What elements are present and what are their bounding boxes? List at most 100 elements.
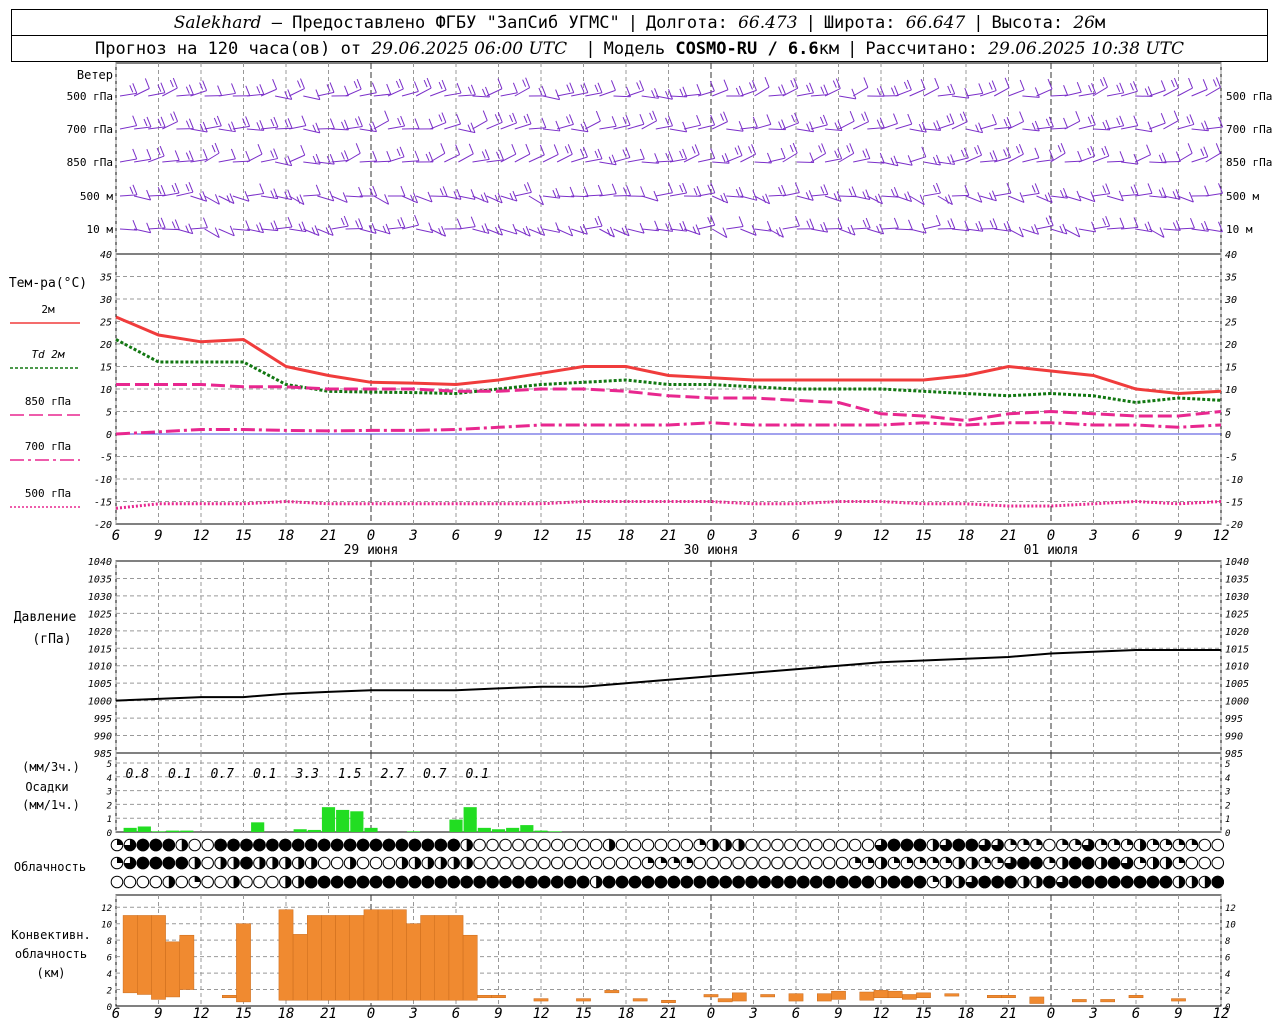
wind-barb-flag (1045, 118, 1050, 127)
cloud-symbol-fill (1120, 875, 1134, 889)
cloud-symbol-fill (1204, 876, 1211, 888)
wind-barb-flag (354, 118, 359, 126)
wind-barb-flag (526, 113, 532, 125)
wind-barb-flag (482, 88, 486, 97)
wind-barb-flag (1201, 122, 1205, 130)
cloud-symbol-fill (1043, 875, 1056, 889)
convective-bar (661, 999, 676, 1003)
wind-barb-shaft (838, 120, 855, 130)
wind-barb-shaft (1149, 122, 1166, 130)
cloud-symbol (797, 856, 810, 870)
cloud-symbol-fill (1004, 875, 1017, 889)
cloud-symbol (136, 875, 150, 889)
wind-barb-flag (594, 150, 599, 159)
cloud-symbol (1198, 856, 1212, 870)
wind-level-label-left: 500 гПа (67, 90, 113, 103)
wind-barb-shaft (458, 153, 474, 163)
wind-barb-flag (639, 148, 645, 160)
wind-barb-flag (132, 184, 138, 196)
wind-barb-flag (202, 121, 208, 133)
wind-barb-shaft (204, 195, 220, 205)
wind-barb-flag (1060, 189, 1064, 198)
prec-y-tick-right: 1 (1225, 815, 1230, 825)
convective-bar (703, 994, 719, 998)
wind-barb-flag (809, 121, 815, 132)
cloud-symbol-fill (660, 857, 667, 863)
wind-barb-flag (694, 144, 700, 155)
wind-barb-flag (821, 143, 827, 154)
cloud-symbol-fill (932, 839, 939, 851)
wind-barb-flag (1006, 117, 1012, 128)
cloud-symbol-fill (136, 838, 150, 852)
wind-barb-flag (511, 143, 517, 155)
cloud-symbol (240, 875, 253, 889)
cloud-symbol (680, 838, 694, 852)
wind-barb-flag (160, 217, 166, 229)
cloud-symbol-fill (958, 876, 965, 888)
wind-barb-flag (738, 121, 744, 132)
wind-barb-flag (935, 182, 941, 194)
cloud-symbol-fill (680, 875, 694, 889)
cloud-symbol (822, 856, 836, 870)
hour-tick-label-conv: 3 (748, 1006, 757, 1022)
wind-barb-flag (748, 146, 753, 154)
pres-y-tick-left: 1015 (88, 644, 112, 655)
pressure-title: Давление (14, 610, 77, 625)
wind-barb-flag (211, 144, 216, 153)
wind-barb-flag (357, 116, 363, 127)
cloud-symbol (551, 838, 564, 852)
wind-barb-flag (764, 77, 770, 88)
cloud-symbol (563, 856, 577, 870)
wind-barb-flag (1105, 183, 1111, 194)
convective-bar (292, 934, 308, 1001)
wind-barb-flag (964, 185, 970, 196)
wind-barb-shaft (556, 123, 574, 130)
hour-tick-label-temp: 21 (1000, 528, 1017, 544)
cloud-symbol-fill (628, 875, 642, 889)
wind-barb-flag (679, 184, 684, 193)
wind-barb-shaft (542, 95, 560, 101)
cloud-symbol-fill (1023, 876, 1030, 888)
wind-barb-shaft (472, 228, 490, 234)
cloud-symbol-fill (1010, 839, 1017, 845)
cloud-symbol (848, 838, 862, 852)
cloud-symbol-fill (1107, 875, 1121, 889)
day-label: 01 июля (1024, 543, 1079, 558)
wind-barb-flag (287, 189, 293, 200)
wind-barb-shaft (740, 195, 757, 201)
pres-y-tick-left: 995 (94, 714, 112, 725)
wind-barb-flag (512, 112, 518, 124)
cloud-symbol-fill (473, 875, 486, 889)
wind-barb-shaft (951, 121, 968, 130)
wind-barb-shaft (937, 123, 955, 130)
wind-barb-flag (834, 122, 839, 130)
prec-y-tick-left: 3 (106, 788, 112, 798)
wind-barb-flag (1003, 223, 1008, 231)
temp-y-tick-left: -5 (100, 453, 112, 464)
wind-barb-flag (132, 148, 138, 160)
pres-y-tick-left: 1020 (88, 627, 112, 638)
cloud-symbol (330, 856, 344, 870)
wind-barb-flag (849, 110, 855, 122)
precip-bar (137, 826, 151, 832)
wind-panel (119, 77, 1224, 239)
temp-y-tick-right: 0 (1225, 430, 1231, 441)
cloud-symbol-fill (991, 875, 1004, 889)
wind-barb-flag (185, 120, 190, 128)
wind-barb-flag (1077, 150, 1083, 162)
wind-barb-flag (553, 144, 559, 155)
conv-y-tick-left: 2 (107, 987, 112, 997)
wind-barb-flag (467, 124, 472, 132)
hour-tick-label-conv: 21 (660, 1006, 677, 1022)
wind-barb-flag (950, 218, 956, 229)
pres-y-tick-right: 1000 (1225, 697, 1249, 708)
cloud-symbol-fill (1069, 856, 1082, 870)
wind-level-label-left: 10 м (87, 223, 114, 236)
wind-barb-flag (809, 218, 815, 229)
cloud-symbol-fill (240, 856, 253, 870)
wind-barb-flag (414, 150, 420, 161)
cloud-symbol-fill (1153, 839, 1159, 845)
wind-barb-flag (1189, 114, 1195, 125)
wind-barb-flag (371, 82, 377, 93)
cloud-symbol (266, 875, 279, 889)
